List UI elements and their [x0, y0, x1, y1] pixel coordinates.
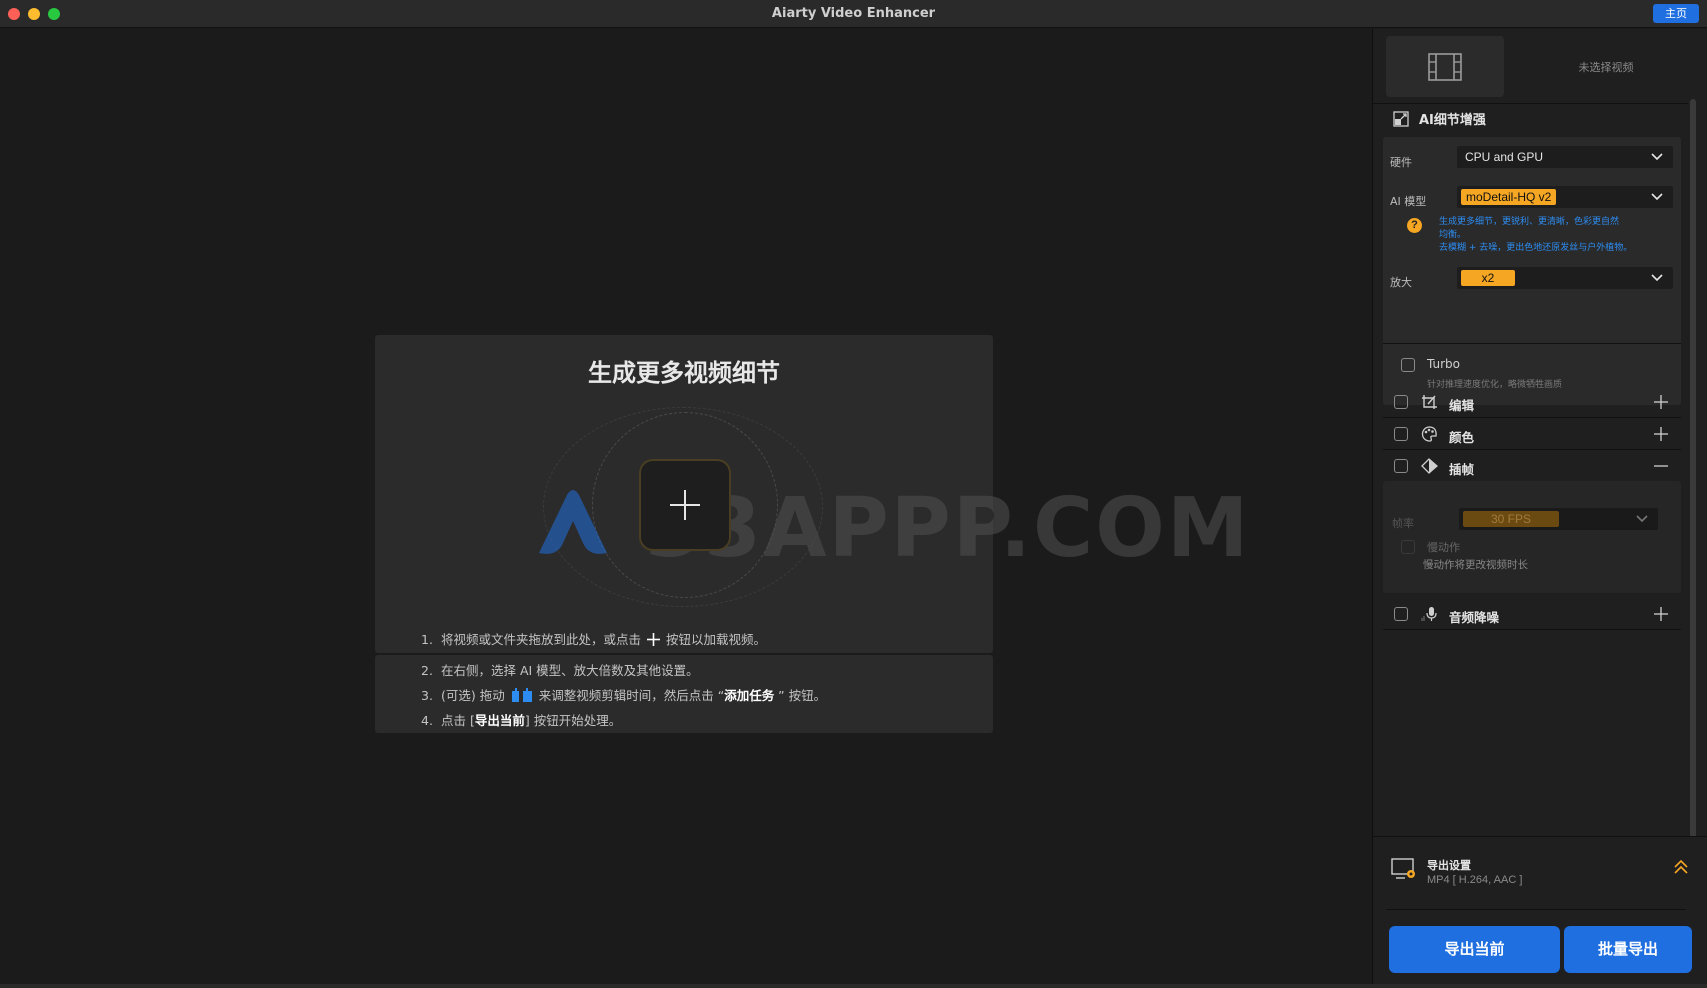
- turbo-label: Turbo: [1427, 357, 1461, 371]
- hardware-select[interactable]: CPU and GPU: [1457, 146, 1673, 168]
- ai-section-header: AI细节增强: [1393, 109, 1486, 128]
- expand-plus-icon[interactable]: [1654, 607, 1668, 621]
- step-1: 1. 将视频或文件夹拖放到此处，或点击 按钮以加载视频。: [421, 632, 767, 647]
- divider: [1383, 417, 1681, 418]
- video-thumbnail[interactable]: [1386, 36, 1504, 97]
- scale-value: x2: [1461, 270, 1515, 286]
- page-title: 生成更多视频细节: [588, 359, 780, 387]
- help-icon[interactable]: ?: [1407, 218, 1422, 233]
- plus-icon: [647, 633, 661, 646]
- scale-label: 放大: [1390, 276, 1412, 289]
- frame-interpolation-checkbox[interactable]: [1394, 459, 1408, 473]
- plus-icon: [670, 490, 700, 520]
- settings-panel: 未选择视频 AI细节增强 硬件 CPU and GPU AI 模型 moDeta…: [1372, 29, 1707, 984]
- window-bottom-edge: [0, 984, 1707, 988]
- slow-motion-description: 慢动作将更改视频时长: [1423, 559, 1528, 571]
- watermark-text: 33APPP.COM: [645, 481, 1251, 576]
- intro-card: 生成更多视频细节 33APPP.COM 1. 将视频或文件夹拖放到此处，或点击 按钮…: [375, 335, 1248, 653]
- frame-rate-value: 30 FPS: [1463, 511, 1559, 527]
- batch-export-button[interactable]: 批量导出: [1564, 926, 1692, 973]
- divider: [1383, 343, 1681, 344]
- home-button[interactable]: 主页: [1653, 4, 1699, 23]
- color-checkbox[interactable]: [1394, 427, 1408, 441]
- frame-interpolation-option-row[interactable]: 插帧: [1373, 451, 1688, 481]
- slow-motion-label: 慢动作: [1427, 541, 1460, 554]
- palette-icon: [1421, 426, 1437, 442]
- ai-model-description: 生成更多细节，更锐利、更清晰，色彩更自然 均衡。 去模糊 + 去噪，更出色地还原…: [1439, 217, 1633, 253]
- frame-interpolation-icon: [1421, 458, 1438, 474]
- upscale-icon: [1393, 110, 1409, 127]
- step-2: 2. 在右侧，选择 AI 模型、放大倍数及其他设置。: [421, 663, 699, 678]
- ai-model-select[interactable]: moDetail-HQ v2: [1457, 186, 1673, 208]
- microphone-icon: [1421, 607, 1437, 621]
- export-format: MP4 [ H.264, AAC ]: [1427, 874, 1523, 886]
- window-title: Aiarty Video Enhancer: [771, 6, 936, 21]
- color-option-row[interactable]: 颜色: [1373, 419, 1688, 449]
- steps-card: 2. 在右侧，选择 AI 模型、放大倍数及其他设置。 3. (可选) 拖动 来调整视频…: [375, 655, 993, 733]
- double-chevron-up-icon[interactable]: [1674, 859, 1688, 875]
- export-area: 导出设置 MP4 [ H.264, AAC ] 导出当前 批量导出: [1373, 836, 1707, 984]
- edit-crop-icon: [1422, 395, 1437, 409]
- edit-option-row[interactable]: 编辑: [1373, 387, 1688, 417]
- turbo-checkbox[interactable]: [1401, 358, 1415, 372]
- divider: [1383, 629, 1681, 630]
- scale-select[interactable]: x2: [1457, 267, 1673, 289]
- expand-plus-icon[interactable]: [1654, 427, 1668, 441]
- audio-denoise-checkbox[interactable]: [1394, 607, 1408, 621]
- hardware-label: 硬件: [1390, 156, 1412, 169]
- chevron-down-icon: [1651, 193, 1663, 201]
- export-current-button[interactable]: 导出当前: [1389, 926, 1560, 973]
- frame-rate-label: 帧率: [1392, 517, 1414, 530]
- chevron-down-icon: [1651, 153, 1663, 161]
- step-4: 4. 点击 [导出当前] 按钮开始处理。: [421, 713, 622, 728]
- title-bar: Aiarty Video Enhancer 主页: [0, 0, 1707, 28]
- step-3: 3. (可选) 拖动 来调整视频剪辑时间，然后点击 “添加任务 ” 按钮。: [421, 688, 827, 703]
- audio-denoise-option-row[interactable]: 音频降噪: [1373, 599, 1688, 629]
- edit-checkbox[interactable]: [1394, 395, 1408, 409]
- export-settings-icon: [1391, 858, 1415, 879]
- frame-interpolation-box: 帧率 30 FPS 慢动作 慢动作将更改视频时长: [1383, 481, 1681, 593]
- divider: [1373, 103, 1688, 104]
- collapse-minus-icon[interactable]: [1654, 459, 1668, 473]
- chevron-down-icon: [1651, 274, 1663, 282]
- chevron-down-icon: [1636, 515, 1648, 523]
- divider: [1383, 449, 1681, 450]
- trim-handle-icon: [511, 688, 532, 702]
- export-settings-title: 导出设置: [1427, 859, 1471, 872]
- divider: [1386, 909, 1686, 910]
- ai-model-value: moDetail-HQ v2: [1461, 189, 1557, 205]
- watermark-logo-icon: [539, 490, 607, 554]
- ai-model-label: AI 模型: [1390, 195, 1427, 208]
- add-video-button[interactable]: [639, 459, 731, 551]
- frame-rate-select[interactable]: 30 FPS: [1459, 508, 1658, 530]
- drop-area[interactable]: 生成更多视频细节 33APPP.COM 1. 将视频或文件夹拖放到此处，或点击 按钮…: [0, 29, 1372, 984]
- slow-motion-checkbox[interactable]: [1401, 540, 1415, 554]
- panel-scrollbar[interactable]: [1690, 99, 1696, 849]
- ai-settings-box: 硬件 CPU and GPU AI 模型 moDetail-HQ v2 ? 生成…: [1383, 137, 1681, 405]
- expand-plus-icon[interactable]: [1654, 395, 1668, 409]
- no-video-label: 未选择视频: [1578, 61, 1634, 74]
- film-icon: [1428, 52, 1462, 81]
